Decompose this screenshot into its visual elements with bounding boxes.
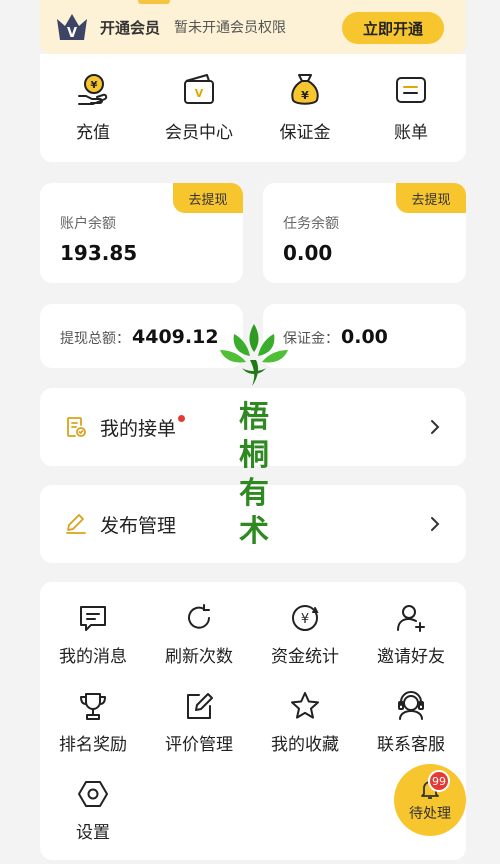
pending-count-badge: 99 [428,770,450,792]
account-balance-value: 193.85 [60,241,138,265]
grid-item-refresh[interactable]: 刷新次数 [154,602,244,667]
vip-description: 暂未开通会员权限 [174,20,287,36]
deposit-total-value: 0.00 [341,326,388,348]
withdraw-tag-task[interactable]: 去提现 [396,183,466,213]
svg-text:¥: ¥ [301,612,309,627]
withdraw-total-label: 提现总额： [60,331,130,347]
watermark-char: 术 [239,514,269,549]
bill-icon [396,77,426,103]
grid-item-favorites[interactable]: 我的收藏 [260,690,350,755]
vip-crown-icon: V [57,14,87,41]
grid-item-label: 联系客服 [377,735,445,755]
grid-item-reviews[interactable]: 评价管理 [154,690,244,755]
grid-item-settings[interactable]: 设置 [48,778,138,843]
invite-user-icon [397,605,425,632]
task-balance-label: 任务余额 [283,216,339,232]
task-balance-card: 去提现 任务余额 0.00 [263,183,466,283]
svg-text:V: V [195,87,204,100]
grid-item-label: 设置 [76,823,110,843]
quick-action-label: 充值 [76,123,110,143]
my-orders-label: 我的接单 [100,417,177,440]
withdraw-tag-account[interactable]: 去提现 [173,183,243,213]
order-document-icon [67,417,86,437]
quick-action-label: 保证金 [279,123,331,143]
recharge-icon: ¥ [78,74,108,105]
star-icon [291,692,319,719]
open-vip-button[interactable]: 立即开通 [342,12,444,44]
grid-item-label: 我的收藏 [271,735,339,755]
message-icon [80,606,106,631]
chevron-right-icon [431,420,440,434]
refresh-icon [188,604,210,629]
quick-action-label: 会员中心 [165,123,233,143]
pending-float-button[interactable]: 待处理 99 [394,764,466,836]
chevron-right-icon [431,517,440,531]
member-center-icon: V [184,74,214,104]
grid-item-support[interactable]: 联系客服 [366,690,456,755]
grid-item-funds-stats[interactable]: ¥ 资金统计 [260,602,350,667]
quick-action-label: 账单 [394,123,428,143]
grid-item-label: 邀请好友 [377,647,445,667]
vip-title: 开通会员 [100,18,161,37]
settings-icon [78,781,108,807]
task-balance-value: 0.00 [283,241,333,265]
grid-item-ranking[interactable]: 排名奖励 [48,690,138,755]
grid-item-label: 我的消息 [59,647,127,667]
grid-item-invite[interactable]: 邀请好友 [366,602,456,667]
edit-pencil-icon [66,514,86,534]
edit-review-icon [187,693,213,719]
grid-item-label: 评价管理 [165,735,233,755]
lotus-logo-icon [220,324,288,386]
quick-actions-card: ¥ 充值 V 会员中心 ¥ 保证金 账单 [40,54,466,162]
account-balance-label: 账户余额 [60,216,116,232]
publish-management-label: 发布管理 [100,514,177,537]
quick-action-bill[interactable]: 账单 [366,72,456,143]
grid-item-label: 刷新次数 [165,647,233,667]
funds-stats-icon: ¥ [292,605,319,631]
quick-action-recharge[interactable]: ¥ 充值 [48,72,138,143]
support-icon [398,691,424,720]
svg-text:¥: ¥ [301,89,309,102]
quick-action-member-center[interactable]: V 会员中心 [154,72,244,143]
watermark-logo: 梧 桐 有 术 [212,320,296,550]
grid-item-label: 资金统计 [271,647,339,667]
account-balance-card: 去提现 账户余额 193.85 [40,183,243,283]
deposit-bag-icon: ¥ [291,74,319,105]
svg-text:¥: ¥ [91,80,98,91]
trophy-icon [80,693,106,720]
grid-item-label: 排名奖励 [59,735,127,755]
vip-banner: V 开通会员 暂未开通会员权限 立即开通 [40,0,466,54]
withdraw-total-value: 4409.12 [132,326,219,348]
grid-item-messages[interactable]: 我的消息 [48,602,138,667]
pending-label: 待处理 [409,806,451,822]
top-tab-indicator [138,0,170,4]
new-order-dot [178,414,186,422]
quick-action-deposit[interactable]: ¥ 保证金 [260,72,350,143]
svg-text:V: V [67,26,77,41]
